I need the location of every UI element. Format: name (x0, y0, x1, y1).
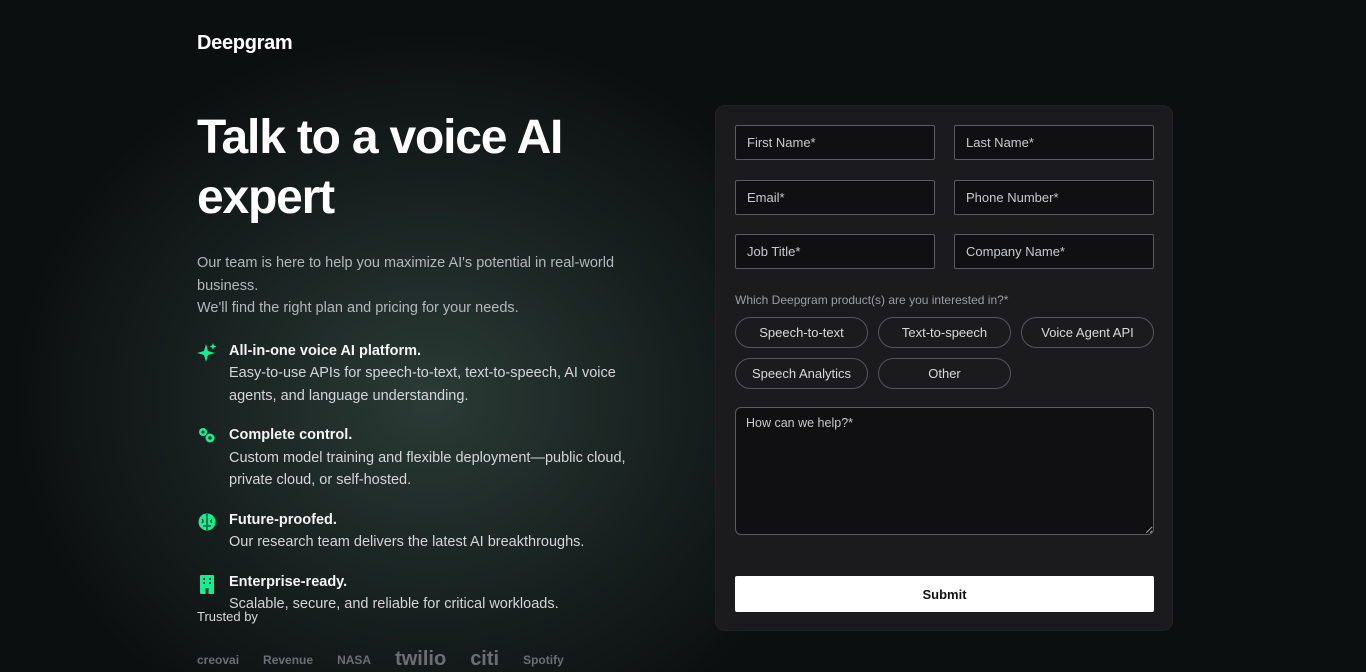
feature-item: All-in-one voice AI platform. Easy-to-us… (197, 340, 667, 408)
nasa-logo: NASA (337, 652, 372, 667)
hero-section: Talk to a voice AI expert Our team is he… (197, 108, 667, 633)
spotify-logo: Spotify (523, 652, 564, 667)
sparkle-icon (197, 342, 217, 362)
creovai-logo: creovai (197, 652, 240, 667)
product-question: Which Deepgram product(s) are you intere… (735, 293, 1009, 307)
feature-item: Future-proofed. Our research team delive… (197, 509, 667, 554)
product-chip-voice-agent-api[interactable]: Voice Agent API (1021, 317, 1154, 348)
name-row (735, 125, 1154, 160)
building-icon (200, 574, 214, 594)
page-title: Talk to a voice AI expert (197, 111, 563, 224)
feature-body: Easy-to-use APIs for speech-to-text, tex… (229, 365, 616, 404)
contact-form: Which Deepgram product(s) are you intere… (715, 105, 1173, 631)
feature-item: Enterprise-ready. Scalable, secure, and … (197, 571, 667, 616)
feature-body: Custom model training and flexible deplo… (229, 449, 626, 489)
contact-row (735, 180, 1154, 215)
feature-title: Future-proofed. (229, 511, 337, 528)
phone-field[interactable] (954, 180, 1154, 215)
company-name-field[interactable] (954, 234, 1154, 269)
feature-list: All-in-one voice AI platform. Easy-to-us… (197, 340, 667, 616)
product-options: Speech-to-text Text-to-speech Voice Agen… (735, 317, 1155, 389)
product-chip-speech-to-text[interactable]: Speech-to-text (735, 317, 868, 348)
feature-title: Complete control. (229, 427, 353, 443)
job-row (735, 234, 1154, 269)
intro-line-1: Our team is here to help you maximize AI… (197, 255, 615, 294)
deepgram-logo[interactable]: Deepgram (197, 32, 293, 55)
first-name-field[interactable] (735, 125, 935, 160)
feature-body: Scalable, secure, and reliable for criti… (229, 596, 559, 612)
product-chip-speech-analytics[interactable]: Speech Analytics (735, 358, 868, 389)
twilio-logo: twilio (395, 648, 447, 670)
trusted-by-label: Trusted by (197, 609, 258, 624)
feature-title: Enterprise-ready. (229, 573, 348, 590)
intro-text: Our team is here to help you maximize AI… (197, 252, 667, 320)
help-message-field[interactable] (735, 407, 1154, 535)
customer-logos: creovai Revenue NASA twilio citi Spotify (197, 648, 564, 671)
feature-item: Complete control. Custom model training … (197, 424, 667, 492)
product-chip-text-to-speech[interactable]: Text-to-speech (878, 317, 1011, 348)
brain-icon (198, 513, 216, 530)
feature-title: All-in-one voice AI platform. (229, 342, 422, 359)
product-chip-other[interactable]: Other (878, 358, 1011, 389)
citi-logo: citi (470, 648, 500, 670)
revenue-logo: Revenue (263, 652, 314, 667)
last-name-field[interactable] (954, 125, 1154, 160)
gears-icon (199, 428, 215, 443)
email-field[interactable] (735, 180, 935, 215)
job-title-field[interactable] (735, 234, 935, 269)
intro-line-2: We'll find the right plan and pricing fo… (197, 300, 519, 316)
feature-body: Our research team delivers the latest AI… (229, 534, 585, 550)
submit-button[interactable]: Submit (735, 576, 1154, 612)
